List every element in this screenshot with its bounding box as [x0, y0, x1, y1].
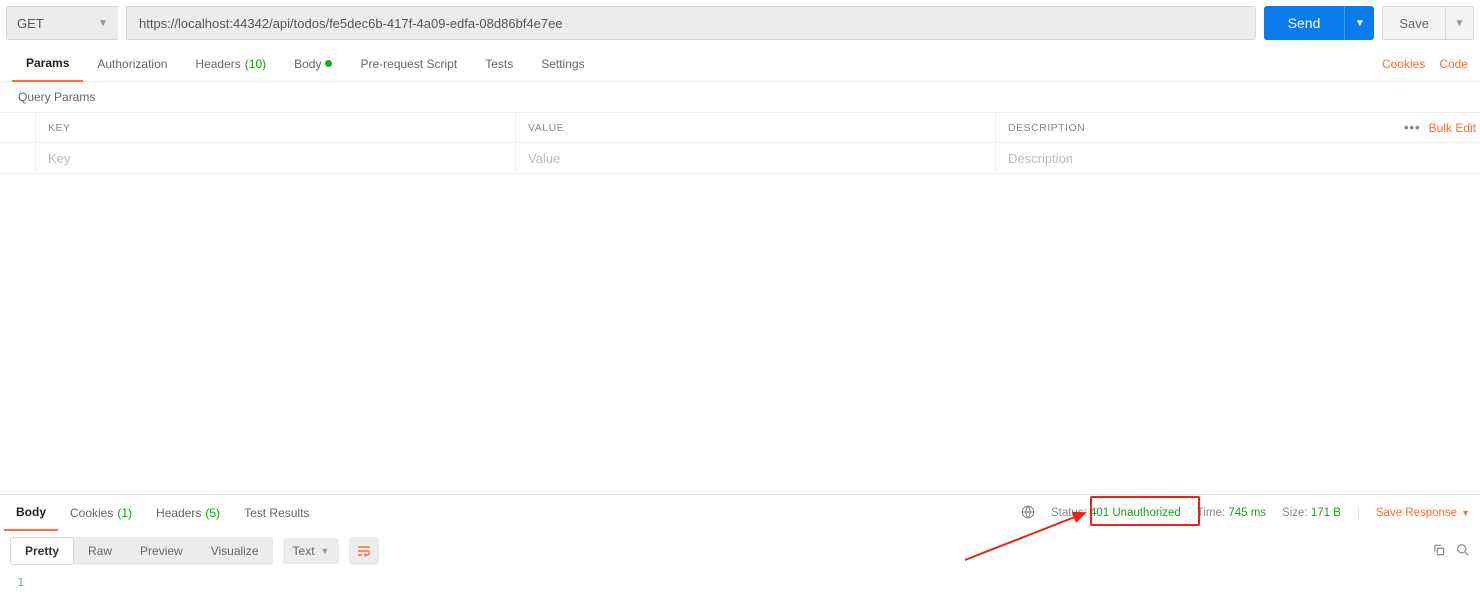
code-link[interactable]: Code — [1439, 57, 1468, 71]
save-button[interactable]: Save — [1382, 6, 1446, 40]
url-input[interactable] — [126, 6, 1256, 40]
resp-tab-headers[interactable]: Headers(5) — [144, 495, 232, 531]
size-value: 171 B — [1311, 507, 1341, 519]
preview-button[interactable]: Preview — [126, 537, 197, 565]
chevron-down-icon: ▼ — [1461, 508, 1470, 518]
more-icon[interactable]: ••• — [1404, 120, 1421, 135]
col-description: DESCRIPTION — [996, 113, 1400, 142]
tab-settings[interactable]: Settings — [527, 46, 598, 82]
save-dropdown[interactable]: ▼ — [1446, 6, 1474, 40]
search-icon[interactable] — [1456, 543, 1470, 560]
bulk-edit-link[interactable]: Bulk Edit — [1429, 121, 1476, 135]
status-value: 401 Unauthorized — [1090, 507, 1181, 519]
request-tabs: Params Authorization Headers(10) Body Pr… — [0, 46, 1480, 82]
copy-icon[interactable] — [1432, 543, 1446, 560]
time-block: Time: 745 ms — [1197, 507, 1266, 519]
cookies-link[interactable]: Cookies — [1382, 57, 1425, 71]
tab-prerequest[interactable]: Pre-request Script — [346, 46, 471, 82]
response-body[interactable]: 1 — [0, 571, 1480, 597]
col-key: KEY — [36, 113, 516, 142]
resp-tab-cookies[interactable]: Cookies(1) — [58, 495, 144, 531]
tab-body[interactable]: Body — [280, 46, 346, 82]
size-block: Size: 171 B — [1282, 507, 1341, 519]
line-number: 1 — [0, 576, 36, 589]
col-value: VALUE — [516, 113, 996, 142]
send-button[interactable]: Send — [1264, 6, 1345, 40]
save-response-button[interactable]: Save Response▼ — [1376, 507, 1470, 519]
visualize-button[interactable]: Visualize — [197, 537, 273, 565]
view-mode-group: Pretty Raw Preview Visualize — [10, 537, 273, 565]
raw-button[interactable]: Raw — [74, 537, 126, 565]
dot-icon — [325, 60, 332, 67]
key-input[interactable]: Key — [36, 143, 516, 173]
chevron-down-icon: ▼ — [321, 546, 330, 556]
language-select[interactable]: Text ▼ — [283, 538, 340, 564]
time-value: 745 ms — [1228, 507, 1266, 519]
status-block: Status: 401 Unauthorized — [1051, 507, 1181, 519]
globe-icon[interactable] — [1021, 505, 1035, 522]
tab-authorization[interactable]: Authorization — [83, 46, 181, 82]
tab-params[interactable]: Params — [12, 46, 83, 82]
query-params-label: Query Params — [0, 82, 1480, 112]
tab-headers[interactable]: Headers(10) — [181, 46, 280, 82]
description-input[interactable]: Description — [996, 143, 1400, 173]
wrap-lines-button[interactable] — [349, 537, 379, 565]
response-tabs: Body Cookies(1) Headers(5) Test Results … — [0, 495, 1480, 531]
chevron-down-icon: ▼ — [98, 18, 108, 29]
method-value: GET — [17, 16, 44, 31]
resp-tab-body[interactable]: Body — [4, 495, 58, 531]
value-input[interactable]: Value — [516, 143, 996, 173]
params-table: KEY VALUE DESCRIPTION ••• Bulk Edit Key … — [0, 112, 1480, 174]
method-select[interactable]: GET ▼ — [6, 6, 118, 40]
tab-tests[interactable]: Tests — [471, 46, 527, 82]
chevron-down-icon: ▼ — [1455, 18, 1465, 29]
resp-tab-testresults[interactable]: Test Results — [232, 495, 321, 531]
pretty-button[interactable]: Pretty — [10, 537, 74, 565]
chevron-down-icon: ▼ — [1355, 18, 1365, 29]
table-row[interactable]: Key Value Description — [0, 143, 1480, 173]
send-dropdown[interactable]: ▼ — [1344, 6, 1374, 40]
